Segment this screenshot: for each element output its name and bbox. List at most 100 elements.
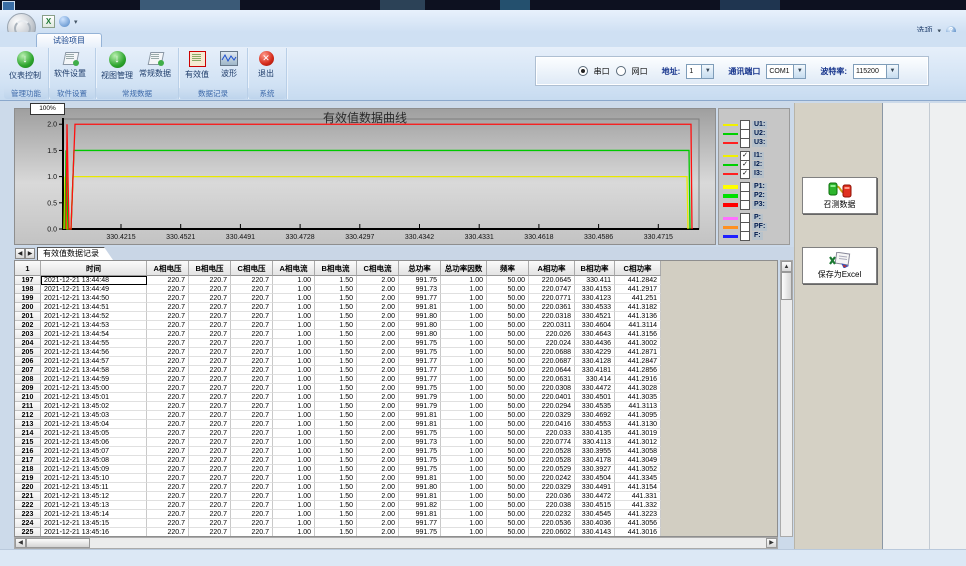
table-cell[interactable]: 220.0771 — [529, 294, 575, 303]
table-cell[interactable]: 1.50 — [315, 501, 357, 510]
table-cell[interactable]: 330.3955 — [575, 447, 615, 456]
table-cell[interactable]: 2.00 — [357, 393, 399, 402]
table-cell[interactable]: 2021-12-21 13:45:09 — [41, 465, 147, 474]
table-cell[interactable]: 441.3182 — [615, 303, 661, 312]
retrieve-data-button[interactable]: 召测数据 — [802, 177, 877, 214]
table-cell[interactable]: 1.50 — [315, 519, 357, 528]
table-cell[interactable]: 220.7 — [189, 294, 231, 303]
table-cell[interactable]: 2.00 — [357, 276, 399, 285]
table-cell[interactable]: 1.00 — [441, 510, 487, 519]
table-cell[interactable]: 1.00 — [441, 339, 487, 348]
view-management-button[interactable]: ↓ 视图管理 — [98, 49, 136, 87]
row-number[interactable]: 224 — [15, 519, 41, 528]
table-cell[interactable]: 2.00 — [357, 321, 399, 330]
table-cell[interactable]: 1.00 — [273, 348, 315, 357]
table-cell[interactable]: 50.00 — [487, 294, 529, 303]
table-cell[interactable]: 441.3156 — [615, 330, 661, 339]
table-cell[interactable]: 2021-12-21 13:45:13 — [41, 501, 147, 510]
table-cell[interactable]: 1.00 — [441, 420, 487, 429]
table-cell[interactable]: 220.7 — [189, 501, 231, 510]
table-cell[interactable]: 50.00 — [487, 465, 529, 474]
table-cell[interactable]: 220.0528 — [529, 447, 575, 456]
row-number[interactable]: 218 — [15, 465, 41, 474]
table-cell[interactable]: 1.50 — [315, 510, 357, 519]
table-cell[interactable]: 1.00 — [441, 330, 487, 339]
table-cell[interactable]: 220.7 — [189, 303, 231, 312]
table-cell[interactable]: 330.4535 — [575, 402, 615, 411]
table-cell[interactable]: 330.4521 — [575, 312, 615, 321]
table-cell[interactable]: 1.50 — [315, 321, 357, 330]
table-cell[interactable]: 220.7 — [147, 357, 189, 366]
table-cell[interactable]: 330.4692 — [575, 411, 615, 420]
table-cell[interactable]: 220.7 — [231, 375, 273, 384]
instrument-control-button[interactable]: ↓ 仪表控制 — [6, 49, 44, 87]
table-cell[interactable]: 50.00 — [487, 339, 529, 348]
table-cell[interactable]: 330.4143 — [575, 528, 615, 537]
table-cell[interactable]: 220.7 — [231, 366, 273, 375]
table-cell[interactable]: 50.00 — [487, 375, 529, 384]
table-cell[interactable]: 330.4472 — [575, 384, 615, 393]
table-cell[interactable]: 1.00 — [273, 321, 315, 330]
table-cell[interactable]: 1.00 — [273, 438, 315, 447]
table-cell[interactable]: 1.00 — [441, 357, 487, 366]
table-cell[interactable]: 330.4229 — [575, 348, 615, 357]
legend-checkbox[interactable] — [740, 231, 750, 241]
port-select[interactable]: COM1 ▼ — [766, 64, 806, 79]
table-cell[interactable]: 991.73 — [399, 285, 441, 294]
horizontal-scrollbar[interactable]: ◀ ▶ — [14, 537, 778, 549]
column-header[interactable]: A相电压 — [147, 261, 189, 276]
table-cell[interactable]: 1.00 — [273, 510, 315, 519]
table-cell[interactable]: 1.50 — [315, 420, 357, 429]
table-cell[interactable]: 50.00 — [487, 366, 529, 375]
table-cell[interactable]: 2.00 — [357, 447, 399, 456]
table-cell[interactable]: 991.75 — [399, 339, 441, 348]
row-number[interactable]: 197 — [15, 276, 41, 285]
row-number[interactable]: 200 — [15, 303, 41, 312]
table-cell[interactable]: 1.50 — [315, 384, 357, 393]
table-cell[interactable]: 220.7 — [147, 294, 189, 303]
waveform-button[interactable]: 波形 — [213, 49, 245, 87]
table-cell[interactable]: 1.00 — [273, 312, 315, 321]
table-cell[interactable]: 220.0529 — [529, 465, 575, 474]
table-cell[interactable]: 2021-12-21 13:44:59 — [41, 375, 147, 384]
table-cell[interactable]: 1.00 — [273, 366, 315, 375]
serial-radio[interactable] — [578, 66, 588, 76]
table-cell[interactable]: 1.00 — [441, 456, 487, 465]
table-cell[interactable]: 220.7 — [231, 303, 273, 312]
table-cell[interactable]: 330.4036 — [575, 519, 615, 528]
table-cell[interactable]: 220.7 — [147, 528, 189, 537]
table-cell[interactable]: 330.4604 — [575, 321, 615, 330]
table-cell[interactable]: 441.3136 — [615, 312, 661, 321]
table-cell[interactable]: 330.4436 — [575, 339, 615, 348]
table-cell[interactable]: 441.3223 — [615, 510, 661, 519]
table-cell[interactable]: 2021-12-21 13:44:53 — [41, 321, 147, 330]
table-cell[interactable]: 1.00 — [273, 420, 315, 429]
chevron-down-icon[interactable]: ▼ — [701, 65, 713, 78]
table-cell[interactable]: 220.7 — [231, 411, 273, 420]
table-cell[interactable]: 330.4643 — [575, 330, 615, 339]
table-cell[interactable]: 2021-12-21 13:45:08 — [41, 456, 147, 465]
row-number[interactable]: 216 — [15, 447, 41, 456]
row-number[interactable]: 203 — [15, 330, 41, 339]
table-cell[interactable]: 50.00 — [487, 303, 529, 312]
table-cell[interactable]: 2.00 — [357, 519, 399, 528]
table-cell[interactable]: 991.75 — [399, 276, 441, 285]
table-cell[interactable]: 991.75 — [399, 384, 441, 393]
table-cell[interactable]: 1.00 — [441, 402, 487, 411]
table-cell[interactable]: 220.033 — [529, 429, 575, 438]
table-cell[interactable]: 220.0536 — [529, 519, 575, 528]
table-cell[interactable]: 991.81 — [399, 474, 441, 483]
table-cell[interactable]: 1.00 — [273, 294, 315, 303]
table-cell[interactable]: 2.00 — [357, 456, 399, 465]
table-cell[interactable]: 1.50 — [315, 402, 357, 411]
column-header[interactable]: 总功率因数 — [441, 261, 487, 276]
table-cell[interactable]: 991.81 — [399, 411, 441, 420]
table-cell[interactable]: 330.4153 — [575, 285, 615, 294]
table-cell[interactable]: 220.7 — [147, 339, 189, 348]
table-cell[interactable]: 1.00 — [273, 375, 315, 384]
table-cell[interactable]: 441.2871 — [615, 348, 661, 357]
table-cell[interactable]: 1.00 — [441, 366, 487, 375]
table-cell[interactable]: 220.7 — [189, 420, 231, 429]
table-cell[interactable]: 220.7 — [189, 348, 231, 357]
table-cell[interactable]: 330.3927 — [575, 465, 615, 474]
